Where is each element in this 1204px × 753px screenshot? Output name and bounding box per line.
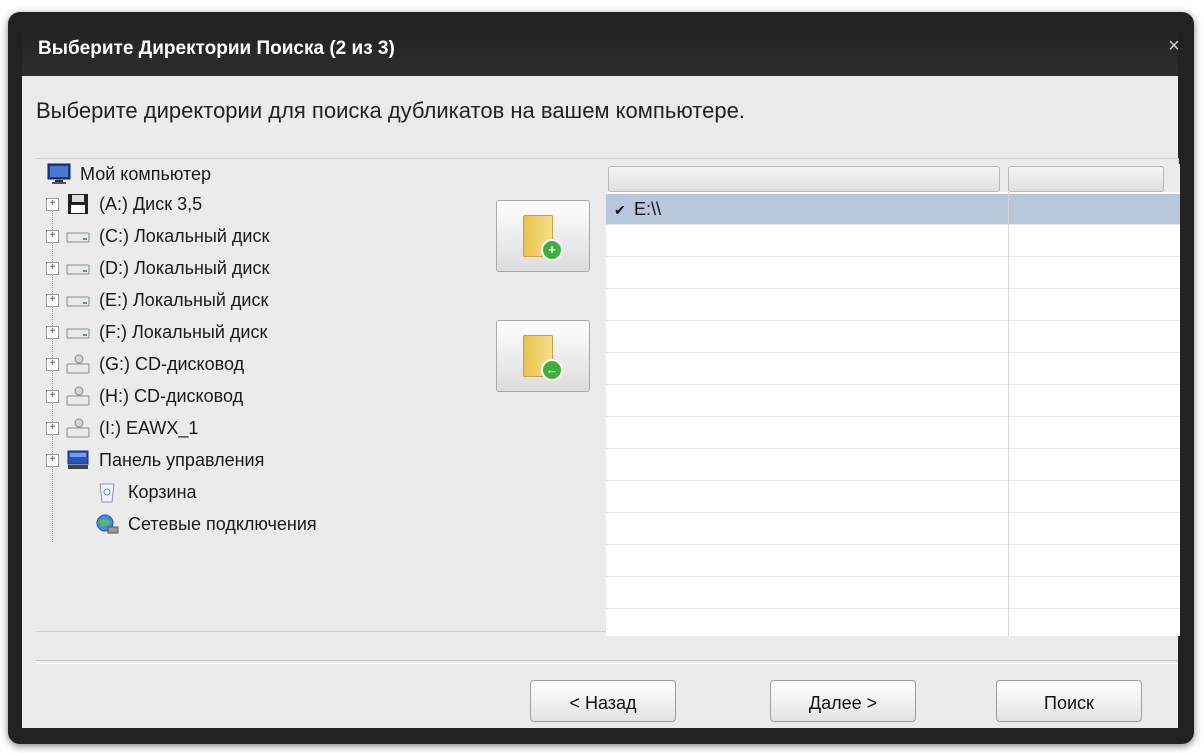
next-button[interactable]: Далее > [770, 680, 916, 722]
tree-node-label: (A:) Диск 3,5 [99, 193, 203, 214]
dialog-window: Выберите Директории Поиска (2 из 3) × Вы… [8, 12, 1194, 744]
tree-node-label: (H:) CD-дисковод [99, 385, 244, 406]
expand-icon[interactable]: + [46, 261, 59, 275]
remove-badge-icon: ← [541, 359, 563, 381]
tree-node-label: Мой компьютер [80, 163, 212, 184]
tree-node-network[interactable]: Сетевые подключения [94, 510, 317, 538]
tree-node-label: (D:) Локальный диск [99, 257, 270, 278]
tree-node-my-computer[interactable]: Мой компьютер [46, 160, 211, 188]
search-button[interactable]: Поиск [996, 680, 1142, 722]
tree-node-control-panel[interactable]: + Панель управления [46, 446, 264, 474]
back-button[interactable]: < Назад [530, 680, 676, 722]
expand-icon[interactable]: + [46, 293, 59, 307]
tree-node-drive-a[interactable]: + (A:) Диск 3,5 [46, 190, 202, 218]
tree-node-drive-f[interactable]: + (F:) Локальный диск [46, 318, 267, 346]
floppy-disk-icon [65, 193, 91, 215]
tree-node-label: Корзина [128, 481, 197, 502]
tree-node-label: (C:) Локальный диск [99, 225, 270, 246]
dialog-body: Выберите директории для поиска дубликато… [22, 76, 1180, 728]
list-row-empty [606, 354, 1180, 385]
add-folder-button[interactable]: + [496, 200, 590, 272]
row-path: E:\\ [634, 199, 662, 219]
list-row-empty [606, 610, 1180, 641]
footer-separator [36, 660, 1178, 664]
expand-icon[interactable]: + [46, 229, 59, 243]
close-icon[interactable]: × [1162, 34, 1186, 58]
list-row-empty [606, 546, 1180, 577]
hard-drive-icon [65, 257, 91, 279]
instruction-text: Выберите директории для поиска дубликато… [36, 98, 745, 123]
remove-folder-button[interactable]: ← [496, 320, 590, 392]
list-row-empty [606, 386, 1180, 417]
list-row-empty [606, 418, 1180, 449]
column-header-path[interactable] [608, 166, 1000, 192]
tree-node-label: (G:) CD-дисковод [99, 353, 245, 374]
tree-node-label: (E:) Локальный диск [99, 289, 269, 310]
list-row-cell: ✔ E:\\ [614, 199, 661, 220]
tree-node-drive-h[interactable]: + (H:) CD-дисковод [46, 382, 243, 410]
list-row-empty [606, 290, 1180, 321]
expand-icon[interactable]: + [46, 389, 59, 403]
tree-node-label: Панель управления [99, 449, 265, 470]
cd-drive-icon [65, 417, 91, 439]
expand-icon[interactable]: + [46, 453, 59, 467]
column-header-extra[interactable] [1008, 166, 1164, 192]
dialog-title: Выберите Директории Поиска (2 из 3) [38, 38, 395, 59]
hard-drive-icon [65, 289, 91, 311]
list-row-empty [606, 450, 1180, 481]
list-row-empty [606, 482, 1180, 513]
column-divider [1008, 192, 1009, 636]
title-bar: Выберите Директории Поиска (2 из 3) × [22, 24, 1180, 76]
hard-drive-icon [65, 321, 91, 343]
selected-directories-list: ✔ E:\\ [606, 164, 1180, 636]
list-row-empty [606, 322, 1180, 353]
control-panel-icon [65, 449, 91, 471]
row-checkbox[interactable]: ✔ [614, 203, 628, 217]
tree-node-drive-g[interactable]: + (G:) CD-дисковод [46, 350, 244, 378]
list-row-empty [606, 226, 1180, 257]
list-header [606, 164, 1180, 192]
tree-node-recycle-bin[interactable]: Корзина [94, 478, 197, 506]
add-badge-icon: + [541, 239, 563, 261]
cd-drive-icon [65, 385, 91, 407]
network-icon [94, 513, 120, 535]
expand-icon[interactable]: + [46, 421, 59, 435]
tree-node-drive-c[interactable]: + (C:) Локальный диск [46, 222, 269, 250]
expand-icon[interactable]: + [46, 357, 59, 371]
tree-node-drive-e[interactable]: + (E:) Локальный диск [46, 286, 268, 314]
expand-icon[interactable]: + [46, 325, 59, 339]
list-row[interactable]: ✔ E:\\ [606, 194, 1180, 225]
list-row-empty [606, 578, 1180, 609]
hard-drive-icon [65, 225, 91, 247]
list-row-empty [606, 258, 1180, 289]
folder-tree: Мой компьютер + (A:) Диск 3,5 + (C:) Лок… [34, 160, 484, 580]
tree-node-label: (F:) Локальный диск [99, 321, 268, 342]
cd-drive-icon [65, 353, 91, 375]
tree-node-label: (I:) EAWX_1 [99, 417, 199, 438]
recycle-bin-icon [94, 481, 120, 503]
computer-icon [46, 163, 72, 185]
list-row-empty [606, 514, 1180, 545]
tree-node-drive-d[interactable]: + (D:) Локальный диск [46, 254, 269, 282]
expand-icon[interactable]: + [46, 197, 59, 211]
tree-node-label: Сетевые подключения [128, 513, 317, 534]
tree-node-drive-i[interactable]: + (I:) EAWX_1 [46, 414, 198, 442]
